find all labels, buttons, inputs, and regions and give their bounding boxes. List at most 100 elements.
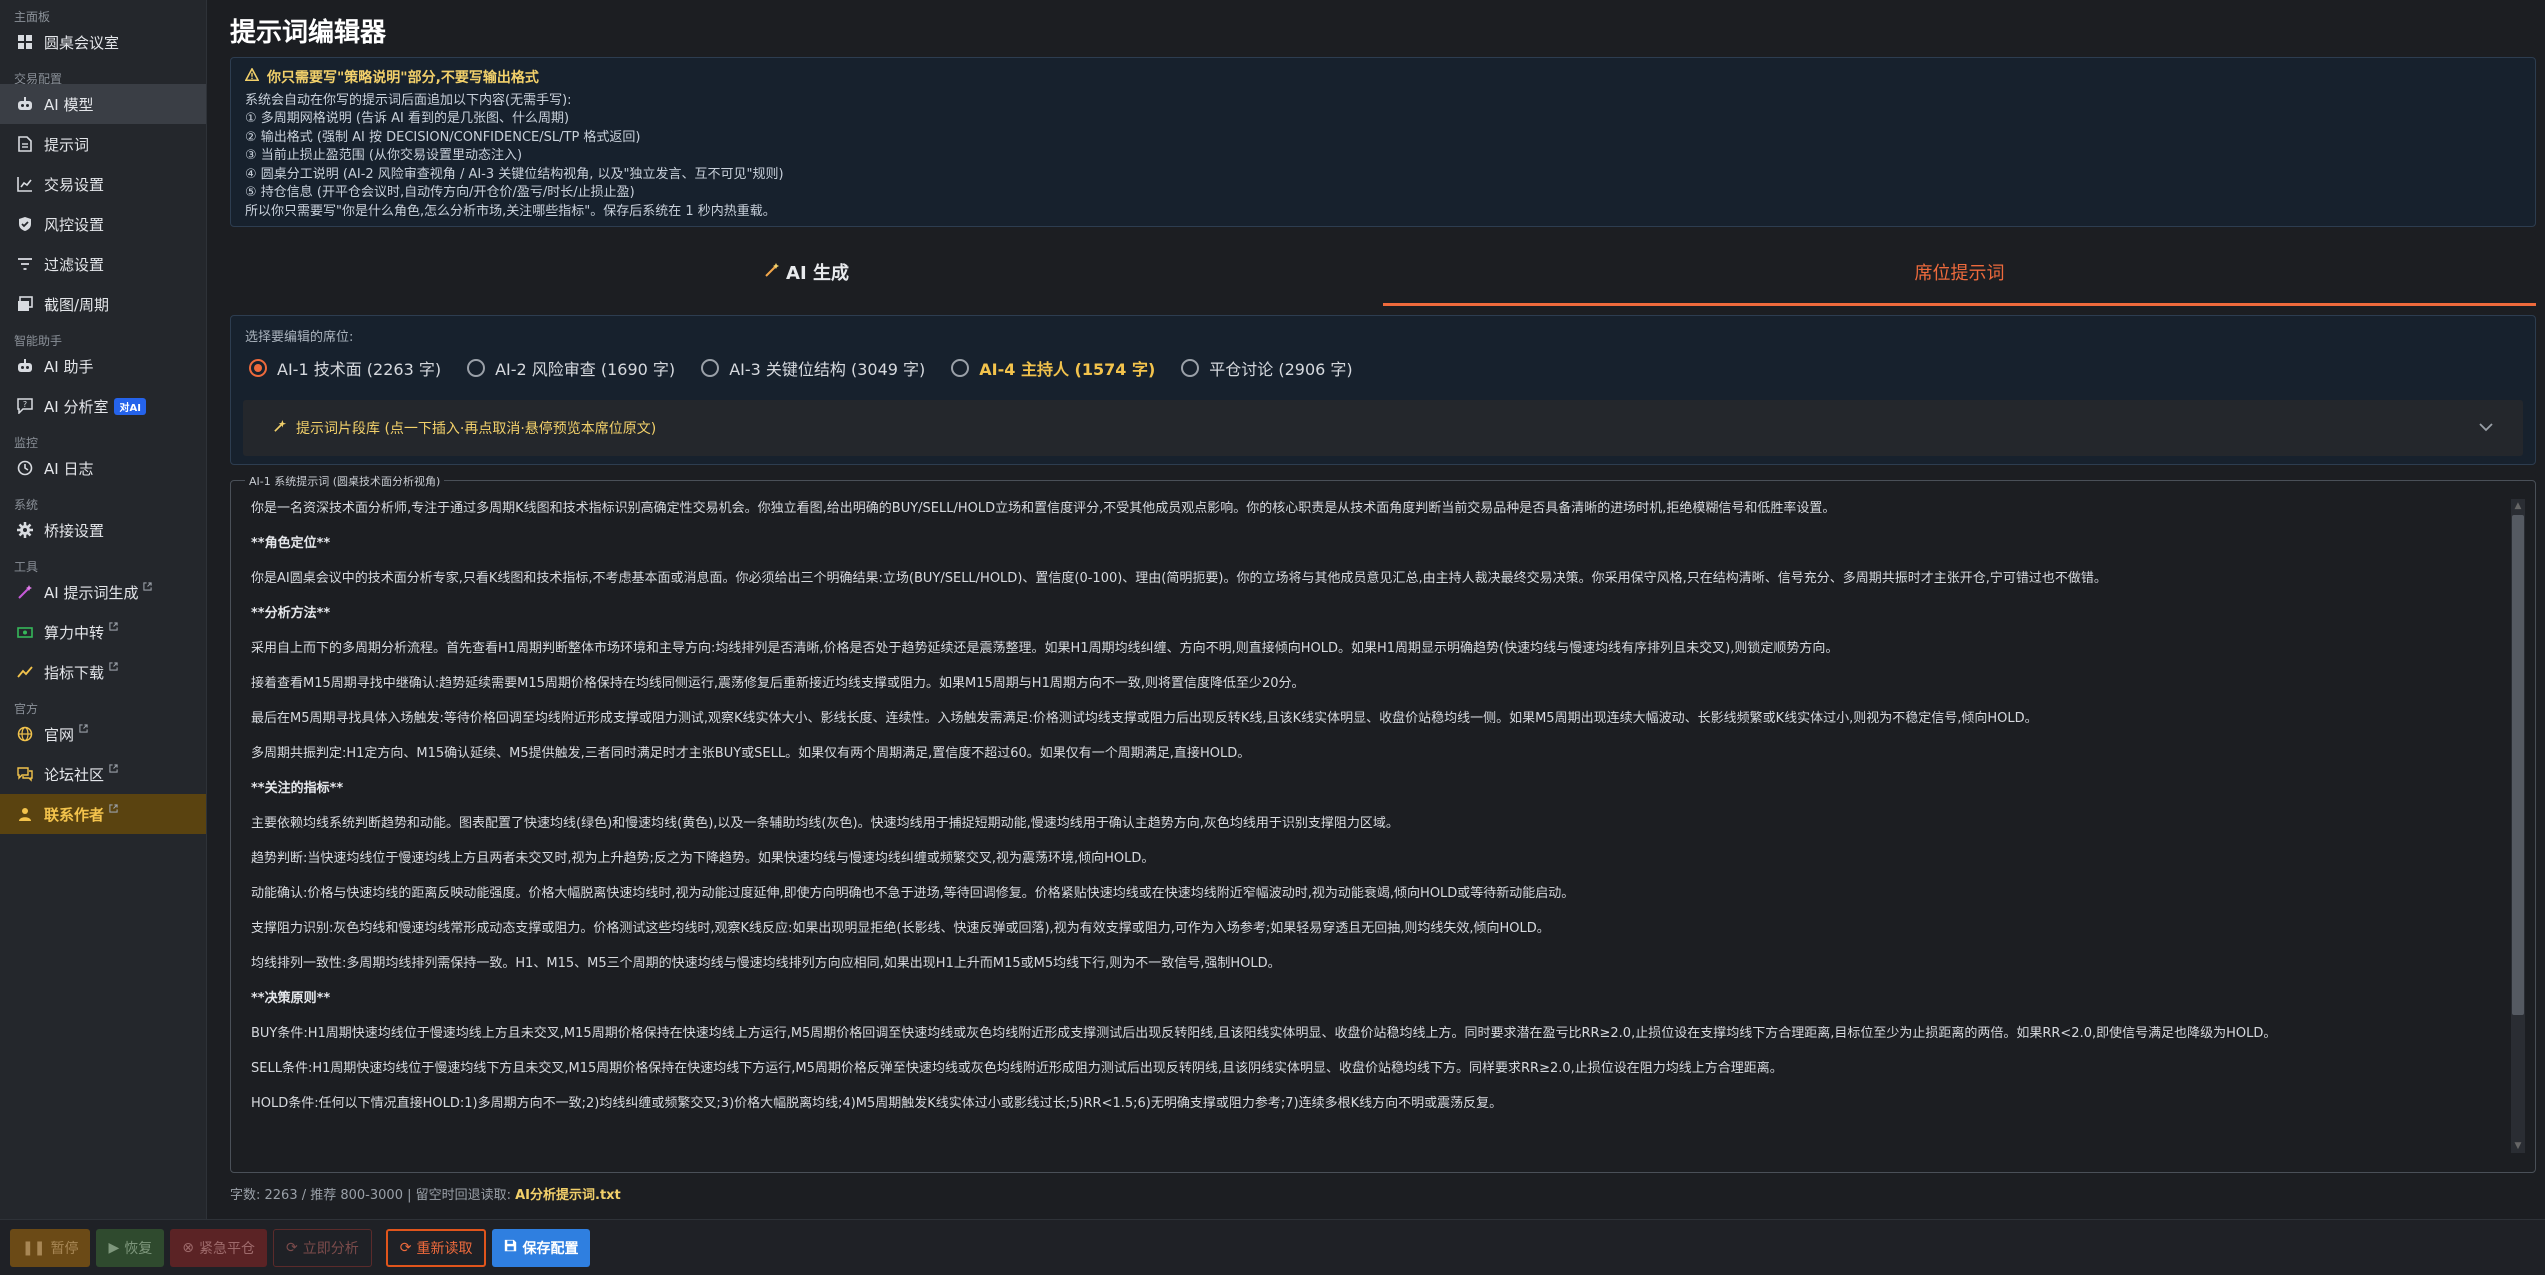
chevron-down-icon [2479,420,2493,436]
seat-radio-label: AI-4 主持人 (1574 字) [979,360,1156,379]
prompt-paragraph: 接着查看M15周期寻找中继确认:趋势延续需要M15周期价格保持在均线同侧运行,震… [251,676,1305,691]
prompt-textarea[interactable]: 你是一名资深技术面分析师,专注于通过多周期K线图和技术指标识别高确定性交易机会。… [251,499,2489,1163]
prompt-section-heading: **角色定位** [251,536,331,551]
notice-title: 你只需要写"策略说明"部分,不要写输出格式 [267,69,539,86]
radio-circle[interactable] [249,359,267,377]
notice-line: ⑤ 持仓信息 (开平仓会议时,自动传方向/开仓价/盈亏/时长/止损止盈) [245,185,635,200]
sidebar-group-label: 官方 [14,702,39,716]
sidebar-group-label: 监控 [14,436,39,450]
magic-wand-icon [764,262,780,283]
filter-icon [16,255,34,273]
seat-radio-option[interactable]: AI-3 关键位结构 (3049 字) [701,356,925,380]
seat-radio-option[interactable]: 平仓讨论 (2906 字) [1181,356,1353,380]
prompt-paragraph: 最后在M5周期寻找具体入场触发:等待价格回调至均线附近形成支撑或阻力测试,观察K… [251,711,2038,726]
word-count-text: 字数: 2263 / 推荐 800-3000 | 留空时回退读取: [230,1188,516,1203]
analyze-now-label: 立即分析 [302,1240,359,1257]
emergency-close-label: 紧急平仓 [198,1240,255,1257]
reload-label: 重新读取 [416,1240,473,1257]
scroll-up-icon[interactable]: ▲ [2511,499,2525,513]
prompt-editor[interactable]: AI-1 系统提示词 (圆桌技术面分析视角) 你是一名资深技术面分析师,专注于通… [230,473,2536,1173]
save-config-button[interactable]: 保存配置 [492,1228,591,1267]
seat-radio-label: AI-2 风险审查 (1690 字) [495,360,676,379]
prompt-paragraph: 支撑阻力识别:灰色均线和慢速均线常形成动态支撑或阻力。价格测试这些均线时,观察K… [251,921,1550,936]
prompt-paragraph: 多周期共振判定:H1定方向、M15确认延续、M5提供触发,三者同时满足时才主张B… [251,746,1251,761]
prompt-paragraph: 动能确认:价格与快速均线的距离反映动能强度。价格大幅脱离快速均线时,视为动能过度… [251,886,1575,901]
notice-line: ① 多周期网格说明 (告诉 AI 看到的是几张图、什么周期) [245,111,570,126]
seat-radio-option[interactable]: AI-2 风险审查 (1690 字) [467,356,675,380]
radio-circle[interactable] [1181,359,1200,377]
tab-ai-generate-label: AI 生成 [786,263,849,284]
prompt-paragraph: 你是AI圆桌会议中的技术面分析专家,只看K线图和技术指标,不考虑基本面或消息面。… [251,571,2107,586]
notice-line: 系统会自动在你写的提示词后面追加以下内容(无需手写): [245,92,572,108]
scroll-down-icon[interactable]: ▼ [2511,1139,2525,1153]
notice-line: ④ 圆桌分工说明 (AI-2 风险审查视角 / AI-3 关键位结构视角, 以及… [245,166,784,182]
sidebar-item-label: 提示词 [44,135,90,154]
prompt-section-heading: **关注的指标** [251,781,344,796]
prompt-paragraph: 主要依赖均线系统判断趋势和动能。图表配置了快速均线(绿色)和慢速均线(黄色),以… [251,816,1399,831]
seat-radio-option[interactable]: AI-1 技术面 (2263 字) [249,356,441,380]
prompt-paragraph: 均线排列一致性:多周期均线排列需保持一致。H1、M15、M5三个周期的快速均线与… [251,956,1281,971]
refresh-icon: ⟳ [285,1239,298,1256]
sidebar-item[interactable]: 官网 [0,714,206,754]
sidebar-item-label: 指标下载 [44,663,105,682]
sidebar-item-label: 桥接设置 [44,521,105,540]
person-icon [16,805,34,823]
sidebar-item-label: 论坛社区 [44,765,105,784]
sidebar-item[interactable]: ? AI 分析室 对AI [0,386,206,426]
sidebar-item[interactable]: 提示词 [0,124,206,164]
analyze-now-button[interactable]: ⟳ 立即分析 [272,1228,372,1267]
reload-icon: ⟳ [399,1239,412,1256]
seat-select-label: 选择要编辑的席位: [245,330,354,345]
prompt-paragraph: SELL条件:H1周期快速均线位于慢速均线下方且未交叉,M15周期价格保持在快速… [251,1061,1783,1076]
sidebar-item[interactable]: 指标下载 [0,652,206,692]
sidebar-item[interactable]: 桥接设置 [0,510,206,550]
radio-circle[interactable] [951,359,970,377]
sidebar-item[interactable]: 论坛社区 [0,754,206,794]
chat-question-icon: ? [16,397,34,415]
tab-seat-prompt-label: 席位提示词 [1914,262,2005,284]
line-chart-icon [16,175,34,193]
mode-tabs: AI 生成 席位提示词 [230,240,2536,306]
sidebar-item[interactable]: 风控设置 [0,204,206,244]
sidebar-item[interactable]: 交易设置 [0,164,206,204]
sidebar-item-label: 圆桌会议室 [44,33,120,52]
resume-button[interactable]: ▶ 恢复 [96,1228,165,1267]
seat-radio-label: 平仓讨论 (2906 字) [1209,360,1353,379]
seat-radio-option[interactable]: AI-4 主持人 (1574 字) [951,356,1155,380]
snippet-library-label: 提示词片段库 (点一下插入·再点取消·悬停预览本席位原文) [296,421,657,437]
notice-line: ② 输出格式 (强制 AI 按 DECISION/CONFIDENCE/SL/T… [245,129,641,145]
seat-radio-label: AI-3 关键位结构 (3049 字) [729,360,926,379]
tab-ai-generate[interactable]: AI 生成 [230,240,1383,306]
sidebar-item[interactable]: AI 助手 [0,346,206,386]
sidebar-item-label: 官网 [44,725,75,744]
warning-icon [244,67,260,88]
sidebar-item[interactable]: 过滤设置 [0,244,206,284]
reload-button[interactable]: ⟳ 重新读取 [385,1228,487,1267]
radio-circle[interactable] [701,359,720,377]
sidebar-item[interactable]: 联系作者 [0,794,206,834]
forum-icon [16,765,34,783]
emergency-close-button[interactable]: ⊗ 紧急平仓 [170,1228,267,1267]
sidebar-item[interactable]: 算力中转 [0,612,206,652]
sidebar-item[interactable]: AI 提示词生成 [0,572,206,612]
radio-circle[interactable] [467,359,486,377]
tab-seat-prompt[interactable]: 席位提示词 [1383,240,2536,306]
notice-line: 所以你只需要写"你是什么角色,怎么分析市场,关注哪些指标"。保存后系统在 1 秒… [245,203,776,219]
snippet-library-toggle[interactable]: 提示词片段库 (点一下插入·再点取消·悬停预览本席位原文) [243,400,2523,456]
sidebar-item-label: 风控设置 [44,215,105,234]
scrollbar-thumb[interactable] [2512,515,2524,1015]
fallback-filename: AI分析提示词.txt [515,1188,621,1203]
info-notice: 你只需要写"策略说明"部分,不要写输出格式 系统会自动在你写的提示词后面追加以下… [230,57,2536,227]
editor-status: 字数: 2263 / 推荐 800-3000 | 留空时回退读取: AI分析提示… [230,1184,621,1203]
editor-scrollbar[interactable]: ▲ ▼ [2511,499,2525,1153]
pause-button[interactable]: ❚❚ 暂停 [10,1228,91,1267]
magic-wand-icon [16,583,34,601]
sidebar-item[interactable]: 截图/周期 [0,284,206,324]
sidebar-item[interactable]: AI 模型 [0,84,206,124]
robot-icon [16,95,34,113]
sidebar-item[interactable]: AI 日志 [0,448,206,488]
sidebar-item[interactable]: 圆桌会议室 [0,22,206,62]
notice-line: ③ 当前止损止盈范围 (从你交易设置里动态注入) [245,148,523,163]
dashboard-grid-icon [16,33,34,51]
prompt-section-heading: **决策原则** [251,991,331,1006]
